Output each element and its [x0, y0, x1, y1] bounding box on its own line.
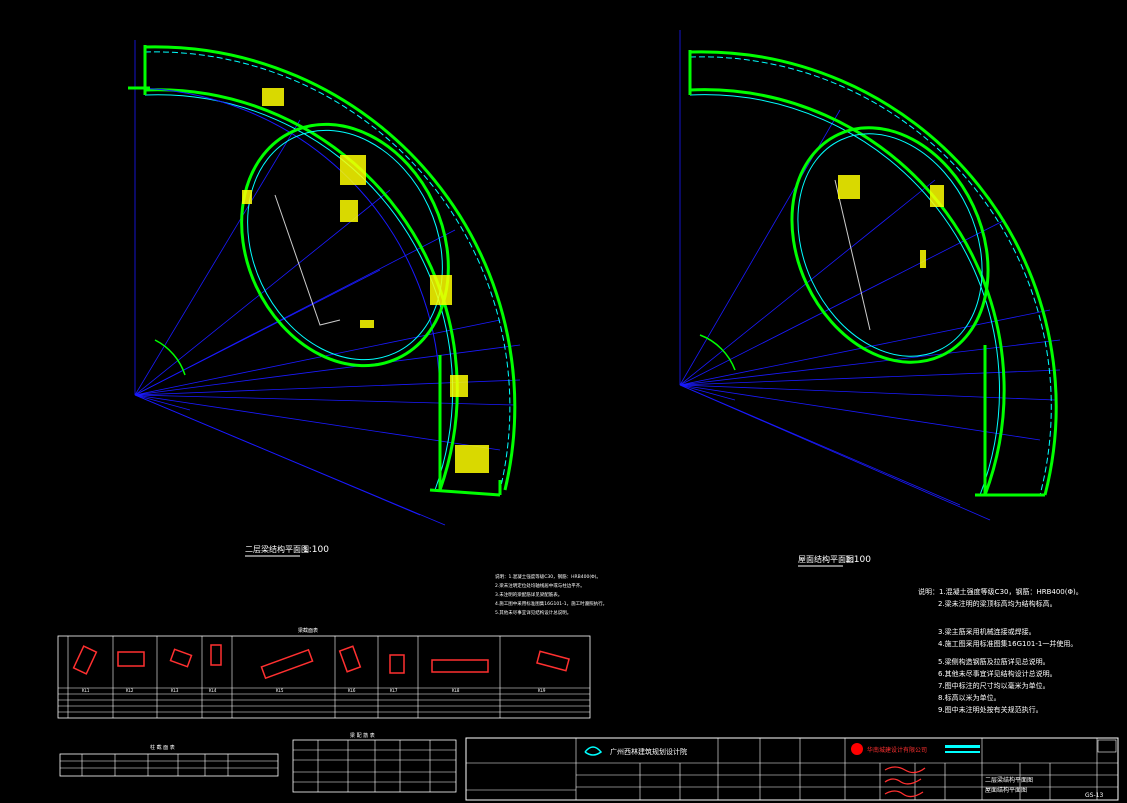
section-id: KL7: [390, 688, 398, 693]
right-plan: [679, 30, 1061, 521]
company-name: 广州西林建筑规划设计院: [610, 747, 687, 756]
section-icons: [72, 644, 570, 680]
note-line: 4.施工图中采用标准图集16G101-1，施工时遵照执行。: [495, 600, 607, 607]
note-line: 6.其他未尽事宜详见结构设计总说明。: [938, 669, 1057, 678]
column-table-title: 柱 截 面 表: [150, 744, 175, 751]
section-id: KL5: [276, 688, 284, 693]
notes-middle: 说明：1.混凝土强度等级C30，钢筋：HRB400(Φ)。 2.梁未注明定位处均…: [495, 573, 607, 616]
notes-right: 说明：1.混凝土强度等级C30，钢筋：HRB400(Φ)。 2.梁未注明的梁顶标…: [918, 587, 1083, 714]
section-table: 梁截面表 KL1 KL2 KL3 KL4 KL5 KL6 KL7 KL8 KL9: [57, 627, 591, 719]
section-id: KL2: [126, 688, 134, 693]
column-table: 柱 截 面 表: [59, 744, 279, 777]
left-plan-title-text: 二层梁结构平面图: [245, 544, 309, 554]
right-radial-lines: [679, 30, 1061, 521]
left-walls: [128, 45, 502, 497]
left-plan-scale: 1:100: [303, 545, 329, 555]
left-plan-title: 二层梁结构平面图 1:100: [245, 544, 329, 557]
note-line: 2.梁未注明的梁顶标高均为结构标高。: [938, 599, 1057, 608]
right-plan-title: 屋面结构平面图 1:100: [798, 554, 871, 567]
partner-name: 华南城建设计有限公司: [867, 746, 927, 754]
partner-seal-icon: [851, 743, 863, 755]
note-line: 8.标高以米为单位。: [938, 693, 1001, 702]
drawing-number: GS-13: [1085, 792, 1103, 799]
beam-table: 梁 配 筋 表: [292, 732, 457, 793]
section-id: KL8: [452, 688, 460, 693]
left-plan: [128, 40, 521, 526]
note-line: 说明：1.混凝土强度等级C30，钢筋：HRB400(Φ)。: [918, 587, 1083, 596]
section-ids: KL1 KL2 KL3 KL4 KL5 KL6 KL7 KL8 KL9: [82, 688, 546, 693]
company-logo-icon: [584, 746, 603, 756]
note-line: 4.施工图采用标准图集16G101-1一并使用。: [938, 639, 1077, 648]
note-line: 7.图中标注的尺寸均以毫米为单位。: [938, 681, 1050, 690]
note-line: 说明：1.混凝土强度等级C30，钢筋：HRB400(Φ)。: [495, 573, 601, 580]
cad-drawing-canvas: 二层梁结构平面图 1:100 屋面结构平面图 1:100 说明：1.混凝土强度等…: [57, 30, 1119, 801]
right-plan-scale: 1:100: [845, 555, 871, 565]
left-inner-line: [274, 194, 341, 326]
section-id: KL9: [538, 688, 546, 693]
left-angle-arc: [154, 339, 186, 376]
drawing-name-2: 屋面结构平面图: [985, 786, 1027, 794]
note-line: 5.其他未尽事宜详见结构设计总说明。: [495, 609, 571, 616]
note-line: 3.梁主筋采用机械连接或焊接。: [938, 627, 1036, 636]
section-id: KL1: [82, 688, 90, 693]
drawing-name-1: 二层梁结构平面图: [985, 776, 1033, 784]
right-inner-line: [834, 179, 871, 331]
note-line: 9.图中未注明处按有关规范执行。: [938, 705, 1043, 714]
section-id: KL6: [348, 688, 356, 693]
section-id: KL4: [209, 688, 217, 693]
section-table-title: 梁截面表: [298, 627, 318, 634]
section-id: KL3: [171, 688, 179, 693]
left-ellipse: [240, 122, 450, 368]
note-line: 5.梁侧构造钢筋及拉筋详见总说明。: [938, 657, 1050, 666]
title-block: 广州西林建筑规划设计院 华南城建设计有限公司 二层梁结构平面图 屋面结构平面图 …: [465, 737, 1119, 801]
note-line: 2.梁未注明定位处均轴线居中或与柱边平齐。: [495, 582, 585, 589]
beam-table-title: 梁 配 筋 表: [350, 732, 375, 739]
note-line: 3.未注明的梁配筋详见梁配筋表。: [495, 591, 562, 598]
signature-icons: [884, 766, 926, 798]
right-walls: [688, 50, 1045, 497]
